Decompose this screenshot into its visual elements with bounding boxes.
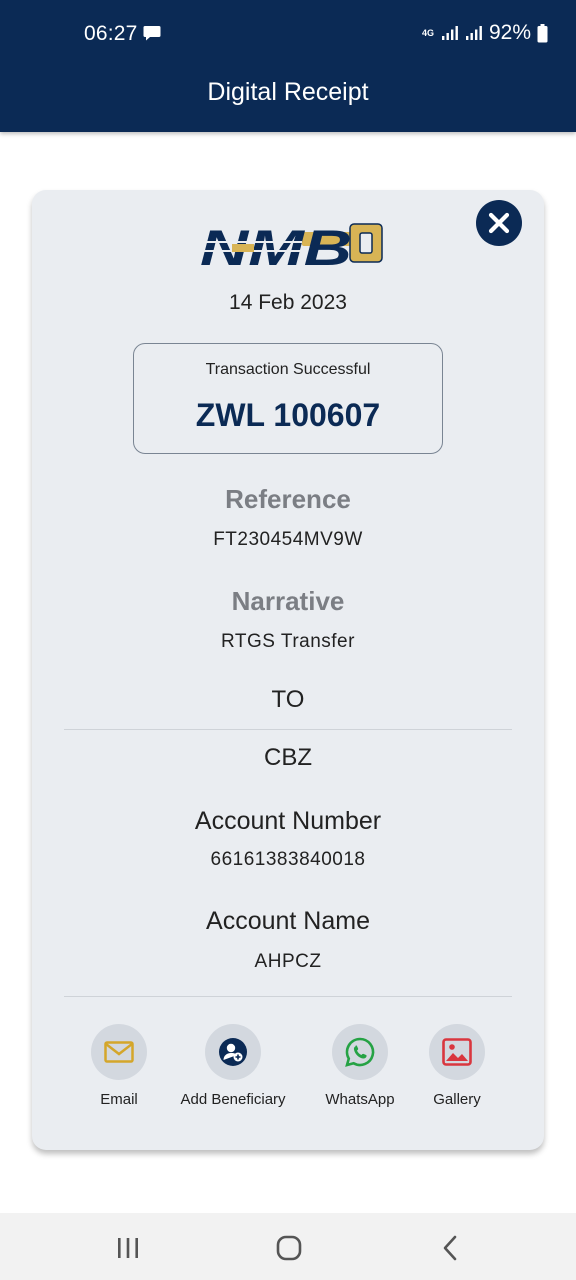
email-label: Email (100, 1091, 138, 1108)
reference-value: FT230454MV9W (213, 529, 363, 550)
divider (64, 729, 512, 730)
signal-icon-secondary (465, 26, 482, 40)
app-header: 06:27 4G 92% Digital Receipt (0, 0, 576, 132)
divider (64, 996, 512, 997)
account-number-title: Account Number (194, 807, 382, 835)
whatsapp-button[interactable] (332, 1024, 388, 1080)
to-label: TO (271, 686, 305, 713)
account-name-title: Account Name (206, 907, 370, 935)
back-icon[interactable] (436, 1233, 466, 1263)
battery-percentage: 92% (488, 21, 531, 44)
battery-icon (537, 23, 548, 42)
reference-title: Reference (225, 484, 351, 514)
add-user-icon (219, 1038, 247, 1066)
gallery-icon (442, 1038, 472, 1066)
beneficiary-bank: CBZ (264, 744, 312, 771)
transaction-date: 14 Feb 2023 (229, 291, 347, 314)
add-beneficiary-label: Add Beneficiary (180, 1091, 286, 1108)
transaction-amount: ZWL 100607 (195, 397, 381, 433)
status-time: 06:27 (84, 22, 138, 45)
gallery-action[interactable]: Gallery (392, 1024, 522, 1108)
receipt-card: NMB 14 Feb 2023 Transaction Successful Z… (32, 190, 544, 1150)
signal-icon (441, 26, 458, 40)
status-indicators: 4G 92% (421, 21, 548, 45)
email-button[interactable] (91, 1024, 147, 1080)
account-number-value: 66161383840018 (210, 849, 366, 870)
transaction-summary: Transaction Successful ZWL 100607 (133, 343, 443, 454)
transaction-status: Transaction Successful (205, 361, 371, 378)
close-icon (488, 212, 510, 234)
close-button[interactable] (476, 200, 522, 246)
whatsapp-icon (345, 1037, 375, 1067)
recent-apps-icon[interactable] (113, 1233, 143, 1263)
message-notification-icon (143, 26, 161, 41)
email-action[interactable]: Email (54, 1024, 184, 1108)
add-beneficiary-button[interactable] (205, 1024, 261, 1080)
narrative-title: Narrative (231, 586, 345, 616)
account-name-value: AHPCZ (254, 951, 322, 972)
system-navigation-bar (0, 1213, 576, 1280)
home-icon[interactable] (274, 1233, 304, 1263)
network-type: 4G (421, 27, 434, 38)
logo-text: NMB (200, 220, 352, 272)
page-title: Digital Receipt (207, 78, 369, 106)
email-icon (104, 1041, 134, 1063)
bank-logo: NMB (196, 220, 383, 272)
gallery-label: Gallery (433, 1091, 481, 1108)
narrative-value: RTGS Transfer (221, 631, 355, 652)
add-beneficiary-action[interactable]: Add Beneficiary (168, 1024, 298, 1108)
gallery-button[interactable] (429, 1024, 485, 1080)
